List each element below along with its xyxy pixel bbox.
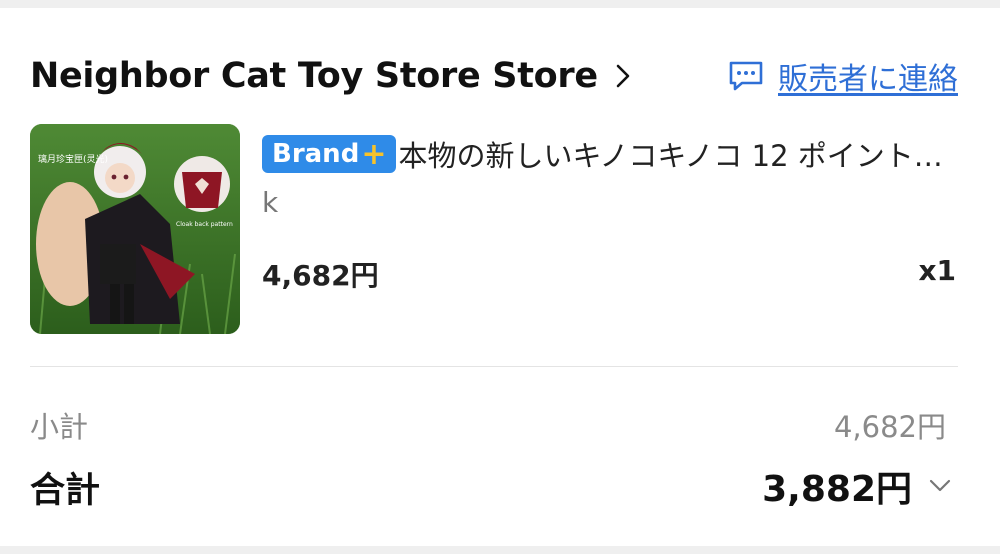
contact-seller-label: 販売者に連絡 (778, 62, 958, 97)
product-quantity: x1 (918, 254, 956, 287)
chevron-down-icon (928, 476, 954, 496)
image-subcaption: Cloak back pattern (176, 221, 233, 228)
total-expand-toggle[interactable]: 3,882円 (762, 460, 954, 512)
subtotal-label: 小計 (30, 410, 89, 444)
store-name: Neighbor Cat Toy Store Store (30, 56, 598, 96)
section-divider (30, 366, 958, 367)
product-title: 本物の新しいキノコキノコ 12 ポイント… (398, 139, 943, 173)
product-variant: k (262, 186, 279, 219)
order-card: Neighbor Cat Toy Store Store 販売者に連絡 璃月珍宝… (0, 8, 1000, 546)
total-label: 合計 (30, 471, 101, 511)
product-title-line[interactable]: Brand + 本物の新しいキノコキノコ 12 ポイント… (262, 132, 962, 176)
subtotal-value: 4,682円 (833, 410, 946, 444)
image-caption: 璃月珍宝匣(灵光) (38, 153, 108, 165)
brand-plus-badge: Brand + (262, 135, 397, 173)
chevron-right-icon (612, 61, 634, 91)
store-link[interactable]: Neighbor Cat Toy Store Store (30, 48, 634, 104)
product-price: 4,682円 (262, 259, 379, 292)
product-image[interactable]: 璃月珍宝匣(灵光) Cloak back pattern (30, 124, 240, 334)
brand-badge-text: Brand (272, 139, 360, 169)
brand-plus-icon: + (361, 136, 387, 172)
contact-seller-link[interactable]: 販売者に連絡 (728, 48, 958, 104)
chat-bubble-icon (728, 60, 764, 92)
total-value: 3,882円 (762, 469, 912, 510)
product-item[interactable]: 璃月珍宝匣(灵光) Cloak back pattern Brand + 本物の… (30, 124, 960, 344)
